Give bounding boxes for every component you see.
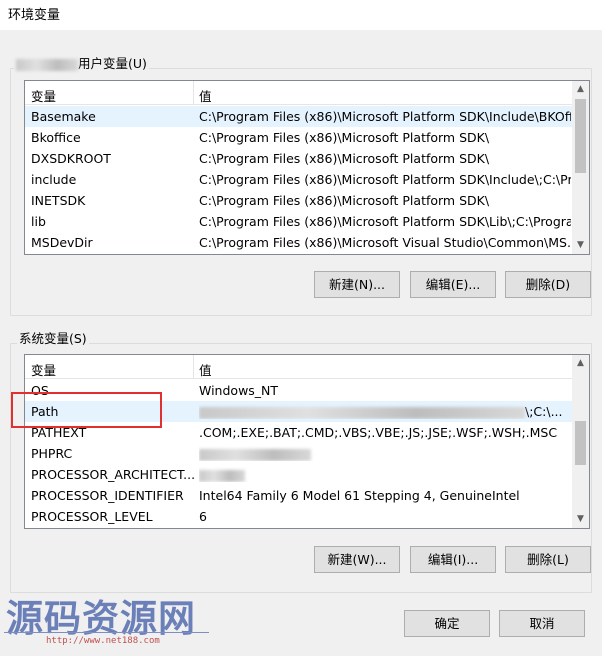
user-var-row[interactable]: Bkoffice C:\Program Files (x86)\Microsoft… [25, 127, 572, 148]
user-var-row[interactable]: INETSDK C:\Program Files (x86)\Microsoft … [25, 190, 572, 211]
header-variable[interactable]: 变量 [31, 86, 56, 105]
system-vars-label: 系统变量(S) [17, 328, 89, 347]
watermark-text: 源码资源网 [6, 597, 196, 640]
username-redacted [16, 58, 78, 71]
cancel-button[interactable]: 取消 [499, 610, 585, 637]
system-new-button[interactable]: 新建(W)... [314, 546, 400, 573]
system-vars-scrollbar[interactable]: ▲ ▼ [572, 355, 589, 528]
title-bar: 环境变量 [0, 0, 602, 30]
scroll-down-icon[interactable]: ▼ [572, 237, 589, 254]
user-vars-label: 用户变量(U) [14, 53, 149, 72]
window-title: 环境变量 [8, 8, 61, 23]
header-value[interactable]: 值 [199, 360, 212, 379]
user-new-button[interactable]: 新建(N)... [314, 271, 400, 298]
scroll-down-icon[interactable]: ▼ [572, 511, 589, 528]
system-var-row[interactable]: PHPRC [25, 443, 572, 464]
phprc-value-redacted [199, 448, 311, 461]
user-vars-list[interactable]: 变量 值 Basemake C:\Program Files (x86)\Micr… [24, 80, 590, 255]
scroll-thumb[interactable] [575, 99, 586, 173]
user-edit-button[interactable]: 编辑(E)... [410, 271, 496, 298]
path-value-redacted [199, 406, 525, 419]
watermark-url: http://www.net188.com [46, 636, 160, 646]
system-delete-button[interactable]: 删除(L) [505, 546, 591, 573]
user-var-row[interactable]: include C:\Program Files (x86)\Microsoft … [25, 169, 572, 190]
scroll-up-icon[interactable]: ▲ [572, 355, 589, 372]
system-edit-button[interactable]: 编辑(I)... [410, 546, 496, 573]
system-vars-list[interactable]: 变量 值 OS Windows_NT Path \;C:\... PATHEXT.… [24, 354, 590, 529]
system-var-row[interactable]: PROCESSOR_IDENTIFIER Intel64 Family 6 Mod… [25, 485, 572, 506]
system-var-row[interactable]: PROCESSOR_LEVEL 6 [25, 506, 572, 527]
path-highlight-box [11, 392, 162, 428]
scroll-up-icon[interactable]: ▲ [572, 81, 589, 98]
header-value[interactable]: 值 [199, 86, 212, 105]
arch-value-redacted [199, 469, 245, 482]
watermark: 源码资源网 http://www.net188.com [4, 588, 209, 648]
user-delete-button[interactable]: 删除(D) [505, 271, 591, 298]
user-vars-header: 变量 值 [25, 81, 572, 105]
header-variable[interactable]: 变量 [31, 360, 56, 379]
ok-button[interactable]: 确定 [404, 610, 490, 637]
system-var-row[interactable]: PROCESSOR_ARCHITECT... [25, 464, 572, 485]
user-var-row[interactable]: Basemake C:\Program Files (x86)\Microsoft… [25, 106, 572, 127]
user-var-row[interactable]: DXSDKROOT C:\Program Files (x86)\Microsof… [25, 148, 572, 169]
system-vars-header: 变量 值 [25, 355, 572, 379]
user-vars-scrollbar[interactable]: ▲ ▼ [572, 81, 589, 254]
user-var-row[interactable]: lib C:\Program Files (x86)\Microsoft Plat… [25, 211, 572, 232]
user-var-row[interactable]: MSDevDir C:\Program Files (x86)\Microsoft… [25, 232, 572, 253]
scroll-thumb[interactable] [575, 421, 586, 465]
watermark-divider [4, 632, 209, 633]
